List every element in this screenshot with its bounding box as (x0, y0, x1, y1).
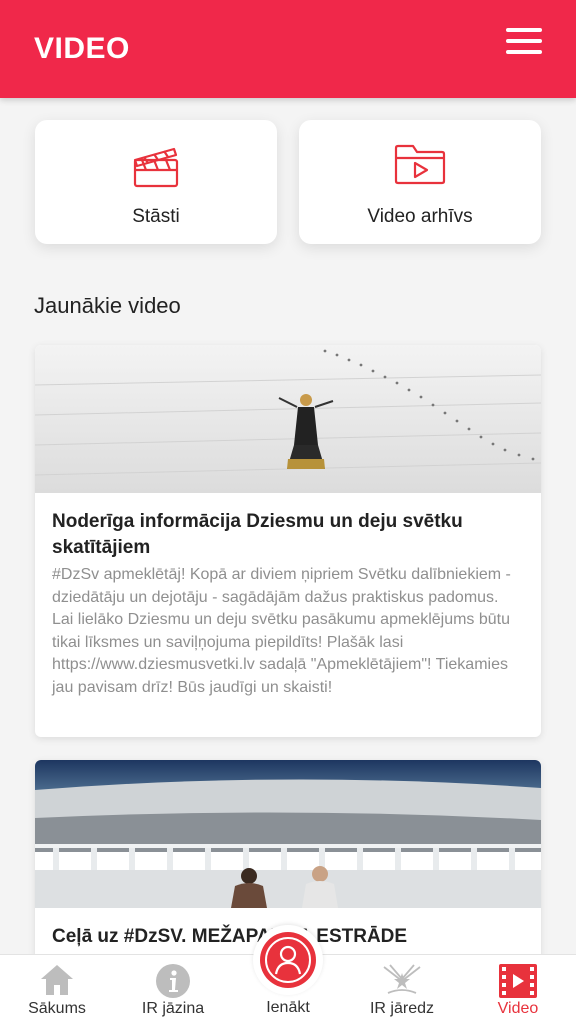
video-description: #DzSv apmeklētāj! Kopā ar diviem ņipriem… (52, 566, 511, 696)
home-icon (39, 963, 75, 1002)
nav-label: Sākums (28, 1000, 86, 1017)
nav-label: IR jāredz (369, 1000, 435, 1017)
video-title[interactable]: Noderīga informācija Dziesmu un deju svē… (52, 509, 522, 561)
user-login-icon (260, 932, 316, 988)
video-card[interactable]: Noderīga informācija Dziesmu un deju svē… (35, 345, 541, 737)
hamburger-menu-icon[interactable] (506, 28, 542, 54)
section-title: Jaunākie video (34, 293, 181, 318)
top-app-bar: VIDEO (0, 0, 576, 98)
page-title: VIDEO (34, 32, 130, 65)
nav-label: IR jāzina (141, 1000, 205, 1017)
nav-video[interactable]: Video (468, 955, 568, 1025)
nav-label-ienakt: Ienākt (266, 999, 310, 1016)
nav-ir-jazina[interactable]: IR jāzina (123, 955, 223, 1025)
login-button[interactable] (253, 925, 323, 995)
nav-ir-jaredz[interactable]: IR jāredz (352, 955, 452, 1025)
video-folder-icon (393, 140, 447, 191)
tile-label: Stāsti (132, 206, 180, 227)
nav-label: Video (497, 1000, 539, 1017)
nav-sakums[interactable]: Sākums (7, 955, 107, 1025)
video-thumbnail[interactable] (35, 345, 541, 493)
clapperboard-icon (132, 140, 180, 195)
film-play-icon (498, 963, 538, 1004)
stasti-tile[interactable]: Stāsti (35, 120, 277, 244)
video-arhivs-tile[interactable]: Video arhīvs (299, 120, 541, 244)
spotlight-icon (382, 963, 422, 1002)
tile-label: Video arhīvs (367, 206, 473, 227)
video-thumbnail[interactable] (35, 760, 541, 908)
info-icon (155, 963, 191, 1004)
